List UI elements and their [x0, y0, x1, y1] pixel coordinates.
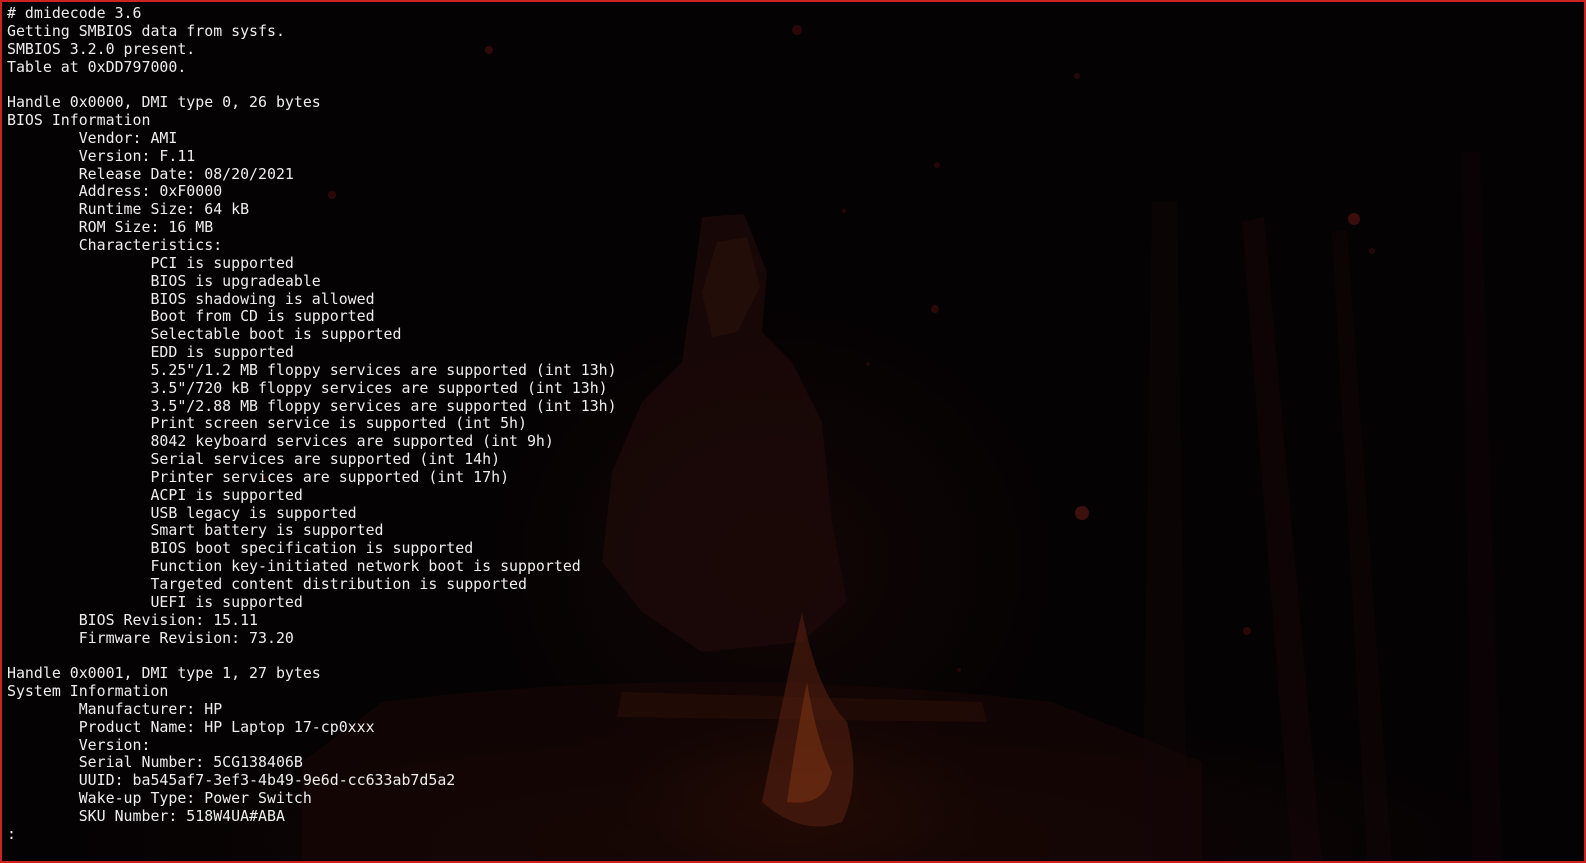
terminal-line: UEFI is supported [7, 592, 303, 611]
terminal-line: UUID: ba545af7-3ef3-4b49-9e6d-cc633ab7d5… [7, 771, 456, 790]
terminal-line: Printer services are supported (int 17h) [7, 467, 510, 486]
terminal-line: Table at 0xDD797000. [7, 57, 187, 76]
terminal-line: SKU Number: 518W4UA#ABA [7, 806, 285, 825]
terminal-window[interactable]: # dmidecode 3.6 Getting SMBIOS data from … [0, 0, 1586, 863]
terminal-line: 5.25"/1.2 MB floppy services are support… [7, 360, 617, 379]
terminal-line: ACPI is supported [7, 485, 303, 504]
terminal-line: Product Name: HP Laptop 17-cp0xxx [7, 717, 375, 736]
terminal-line: Function key-initiated network boot is s… [7, 557, 581, 576]
terminal-line: 8042 keyboard services are supported (in… [7, 432, 554, 451]
terminal-line: BIOS is upgradeable [7, 271, 321, 290]
terminal-line: BIOS boot specification is supported [7, 539, 474, 558]
terminal-line: Wake-up Type: Power Switch [7, 789, 312, 808]
terminal-line: BIOS Information [7, 111, 151, 130]
terminal-line: Firmware Revision: 73.20 [7, 628, 294, 647]
terminal-line: Targeted content distribution is support… [7, 575, 527, 593]
terminal-line: Characteristics: [7, 235, 223, 254]
terminal-line: SMBIOS 3.2.0 present. [7, 39, 196, 58]
terminal-line: : [7, 824, 16, 843]
terminal-line: Vendor: AMI [7, 128, 178, 147]
terminal-line: USB legacy is supported [7, 503, 357, 522]
terminal-line: Handle 0x0000, DMI type 0, 26 bytes [7, 93, 321, 112]
terminal-line: BIOS shadowing is allowed [7, 289, 375, 308]
terminal-line: Serial Number: 5CG138406B [7, 753, 303, 772]
terminal-line: Version: [7, 735, 151, 754]
terminal-line: ROM Size: 16 MB [7, 218, 214, 237]
terminal-line: Boot from CD is supported [7, 307, 375, 326]
terminal-line: Manufacturer: HP [7, 699, 223, 718]
terminal-line: Runtime Size: 64 kB [7, 200, 250, 219]
terminal-line: Smart battery is supported [7, 521, 384, 540]
terminal-line: PCI is supported [7, 253, 294, 272]
terminal-line: Handle 0x0001, DMI type 1, 27 bytes [7, 664, 321, 683]
terminal-line: Release Date: 08/20/2021 [7, 164, 294, 183]
terminal-line: Address: 0xF0000 [7, 182, 223, 201]
terminal-line: 3.5"/2.88 MB floppy services are support… [7, 396, 617, 415]
terminal-line: EDD is supported [7, 343, 294, 362]
terminal-line: System Information [7, 682, 169, 701]
terminal-line: Selectable boot is supported [7, 325, 402, 344]
terminal-line: 3.5"/720 kB floppy services are supporte… [7, 378, 608, 397]
terminal-line: Getting SMBIOS data from sysfs. [7, 21, 285, 40]
terminal-line: Version: F.11 [7, 146, 196, 165]
terminal-line: Print screen service is supported (int 5… [7, 414, 527, 433]
terminal-line: # dmidecode 3.6 [7, 4, 142, 22]
terminal-line: Serial services are supported (int 14h) [7, 450, 501, 469]
terminal-output[interactable]: # dmidecode 3.6 Getting SMBIOS data from … [7, 4, 1574, 857]
terminal-line: BIOS Revision: 15.11 [7, 610, 259, 629]
